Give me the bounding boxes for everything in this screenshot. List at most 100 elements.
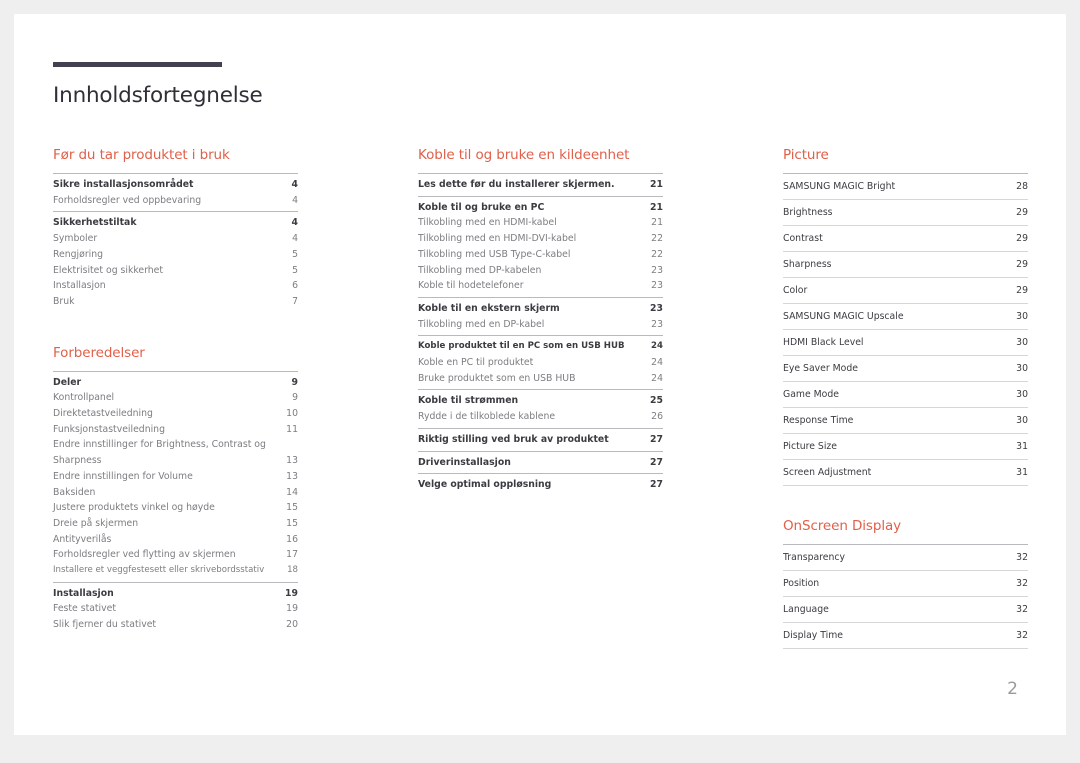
toc-entry-tilkobling-med-dp-kabelen[interactable]: Tilkobling med DP-kabelen 23: [418, 263, 663, 279]
toc-section-heading: Koble til og bruke en kildeenhet: [418, 147, 630, 163]
toc-entry-label: Tilkobling med DP-kabelen: [418, 264, 542, 276]
toc-entry-language[interactable]: Language 32: [783, 597, 1028, 623]
toc-section-picture: Picture SAMSUNG MAGIC Bright 28 Brightness 2…: [783, 147, 1028, 486]
toc-entry-tilkobling-med-en-hdmi-dvi-kabel[interactable]: Tilkobling med en HDMI-DVI-kabel 22: [418, 231, 663, 247]
toc-entry-hdmi-black-level[interactable]: HDMI Black Level 30: [783, 330, 1028, 356]
toc-entry-page-number: 9: [291, 376, 298, 388]
toc-entry-picture-size[interactable]: Picture Size 31: [783, 434, 1028, 460]
toc-entry-color[interactable]: Color 29: [783, 278, 1028, 304]
toc-entry-sharpness[interactable]: Sharpness 29: [783, 252, 1028, 278]
toc-entry-antityverilas[interactable]: Antityverilås 16: [53, 532, 298, 548]
toc-entry-group: Driverinstallasjon 27: [418, 450, 663, 474]
toc-entry-page-number: 7: [292, 295, 298, 307]
toc-entry-display-time[interactable]: Display Time 32: [783, 623, 1028, 649]
toc-entry-justere-produktets-vinkel-og-hoyde[interactable]: Justere produktets vinkel og høyde 15: [53, 500, 298, 516]
toc-entry-feste-stativet[interactable]: Feste stativet 19: [53, 601, 298, 617]
toc-entry-elektrisitet-og-sikkerhet[interactable]: Elektrisitet og sikkerhet 5: [53, 263, 298, 279]
toc-entry-page-number: 24: [651, 357, 663, 369]
toc-entry-page-number: 24: [651, 372, 663, 384]
toc-entry-page-number: 4: [292, 233, 298, 245]
toc-entry-driverinstallasjon[interactable]: Driverinstallasjon 27: [418, 455, 663, 471]
toc-entry-rydde-i-de-tilkoblede-kablene[interactable]: Rydde i de tilkoblede kablene 26: [418, 409, 663, 425]
toc-entry-samsung-magic-bright[interactable]: SAMSUNG MAGIC Bright 28: [783, 174, 1028, 200]
toc-entry-brightness[interactable]: Brightness 29: [783, 200, 1028, 226]
toc-entry-page-number: 31: [1016, 466, 1028, 478]
toc-entry-tilkobling-med-en-dp-kabel[interactable]: Tilkobling med en DP-kabel 23: [418, 317, 663, 333]
toc-entry-slik-fjerner-du-stativet[interactable]: Slik fjerner du stativet 20: [53, 617, 298, 633]
toc-entry-label: Tilkobling med en DP-kabel: [418, 318, 545, 330]
toc-entry-eye-saver-mode[interactable]: Eye Saver Mode 30: [783, 356, 1028, 382]
toc-entry-velge-optimal-opplosning[interactable]: Velge optimal oppløsning 27: [418, 477, 663, 493]
toc-entry-samsung-magic-upscale[interactable]: SAMSUNG MAGIC Upscale 30: [783, 304, 1028, 330]
toc-entry-label: HDMI Black Level: [783, 336, 864, 348]
toc-entry-symboler[interactable]: Symboler 4: [53, 231, 298, 247]
toc-entry-label: Endre innstillinger for Brightness, Cont…: [53, 439, 266, 467]
toc-entry-page-number: 32: [1016, 603, 1028, 615]
toc-entry-page-number: 14: [286, 486, 298, 498]
toc-entry-kontrollpanel[interactable]: Kontrollpanel 9: [53, 390, 298, 406]
toc-entry-koble-til-og-bruke-en-pc[interactable]: Koble til og bruke en PC 21: [418, 200, 663, 216]
toc-entry-installasjon[interactable]: Installasjon 6: [53, 278, 298, 294]
toc-entry-label: Installasjon: [53, 587, 114, 599]
toc-entry-dreie-pa-skjermen[interactable]: Dreie på skjermen 15: [53, 516, 298, 532]
toc-section-forberedelser: Forberedelser Deler 9 Kontrollpanel 9 Direkte…: [53, 345, 298, 636]
toc-entry-koble-til-strommen[interactable]: Koble til strømmen 25: [418, 393, 663, 409]
toc-entry-koble-en-pc-til-produktet[interactable]: Koble en PC til produktet 24: [418, 355, 663, 371]
toc-entry-transparency[interactable]: Transparency 32: [783, 545, 1028, 571]
toc-entry-bruke-produktet-som-en-usb-hub[interactable]: Bruke produktet som en USB HUB 24: [418, 371, 663, 387]
toc-entry-label: SAMSUNG MAGIC Bright: [783, 180, 896, 192]
toc-entry-label: Sharpness: [783, 258, 832, 270]
toc-entry-les-dette-for-du-installerer-skjermen[interactable]: Les dette før du installerer skjermen. 21: [418, 177, 663, 193]
toc-entry-koble-til-hodetelefoner[interactable]: Koble til hodetelefoner 23: [418, 278, 663, 294]
toc-entry-koble-produktet-til-en-pc-som-en-usb-hub[interactable]: Koble produktet til en PC som en USB HUB…: [418, 339, 663, 355]
toc-entry-page-number: 30: [1016, 388, 1028, 400]
toc-entry-baksiden[interactable]: Baksiden 14: [53, 485, 298, 501]
toc-entry-forholdsregler-ved-flytting-av-skjermen[interactable]: Forholdsregler ved flytting av skjermen 1…: [53, 547, 298, 563]
toc-entry-installere-et-veggfestesett-eller-skrivebord[interactable]: Installere et veggfestesett eller skrive…: [53, 563, 298, 579]
toc-entry-page-number: 29: [1016, 232, 1028, 244]
toc-entry-label: Bruke produktet som en USB HUB: [418, 372, 576, 384]
toc-entry-screen-adjustment[interactable]: Screen Adjustment 31: [783, 460, 1028, 486]
toc-entry-label: Picture Size: [783, 440, 838, 452]
toc-entry-direktetastveiledning[interactable]: Direktetastveiledning 10: [53, 406, 298, 422]
toc-entry-riktig-stilling-ved-bruk-av-produktet[interactable]: Riktig stilling ved bruk av produktet 27: [418, 432, 663, 448]
toc-entry-contrast[interactable]: Contrast 29: [783, 226, 1028, 252]
toc-entry-endre-innstillingen-for-volume[interactable]: Endre innstillingen for Volume 13: [53, 469, 298, 485]
toc-entry-tilkobling-med-usb-type-c-kabel[interactable]: Tilkobling med USB Type-C-kabel 22: [418, 247, 663, 263]
toc-entry-group: SAMSUNG MAGIC Bright 28 Brightness 29 Contra…: [783, 173, 1028, 486]
toc-entry-label: Antityverilås: [53, 533, 112, 545]
toc-entry-group: Koble til strømmen 25 Rydde i de tilkobled…: [418, 389, 663, 427]
toc-entry-label: Dreie på skjermen: [53, 517, 139, 529]
toc-entry-page-number: 18: [287, 565, 298, 576]
toc-entry-page-number: 13: [286, 455, 298, 467]
toc-entry-page-number: 27: [650, 456, 663, 468]
toc-entry-page-number: 30: [1016, 362, 1028, 374]
toc-entry-funksjonstastveiledning[interactable]: Funksjonstastveiledning 11: [53, 422, 298, 438]
toc-entry-position[interactable]: Position 32: [783, 571, 1028, 597]
toc-entry-page-number: 5: [292, 248, 298, 260]
toc-entry-sikkerhetstiltak[interactable]: Sikkerhetstiltak 4: [53, 215, 298, 231]
toc-entry-game-mode[interactable]: Game Mode 30: [783, 382, 1028, 408]
toc-columns: Før du tar produktet i bruk Sikre install…: [53, 147, 1028, 649]
toc-entry-label: Forholdsregler ved flytting av skjermen: [53, 549, 236, 561]
toc-entry-forholdsregler-ved-oppbevaring[interactable]: Forholdsregler ved oppbevaring 4: [53, 193, 298, 209]
toc-entry-label: Les dette før du installerer skjermen.: [418, 179, 615, 190]
toc-entry-response-time[interactable]: Response Time 30: [783, 408, 1028, 434]
toc-entry-rengjoring[interactable]: Rengjøring 5: [53, 247, 298, 263]
toc-entry-tilkobling-med-en-hdmi-kabel[interactable]: Tilkobling med en HDMI-kabel 21: [418, 215, 663, 231]
toc-entry-label: Display Time: [783, 629, 843, 641]
toc-column-left: Før du tar produktet i bruk Sikre install…: [53, 147, 298, 649]
toc-entry-label: Transparency: [783, 551, 846, 563]
toc-entry-page-number: 16: [286, 533, 298, 545]
toc-entry-installasjon[interactable]: Installasjon 19: [53, 586, 298, 602]
toc-entry-label: Slik fjerner du stativet: [53, 619, 157, 631]
toc-entry-page-number: 32: [1016, 551, 1028, 563]
toc-entry-label: Koble produktet til en PC som en USB HUB: [418, 341, 625, 352]
toc-entry-page-number: 11: [286, 423, 298, 435]
toc-entry-endre-innstillinger-for-brightness-contrast-[interactable]: Endre innstillinger for Brightness, Cont…: [53, 437, 298, 468]
toc-entry-deler[interactable]: Deler 9: [53, 375, 298, 391]
toc-entry-bruk[interactable]: Bruk 7: [53, 294, 298, 310]
toc-entry-koble-til-en-ekstern-skjerm[interactable]: Koble til en ekstern skjerm 23: [418, 301, 663, 317]
title-block: Innholdsfortegnelse: [53, 62, 263, 108]
toc-entry-sikre-installasjonsomradet[interactable]: Sikre installasjonsområdet 4: [53, 177, 298, 193]
